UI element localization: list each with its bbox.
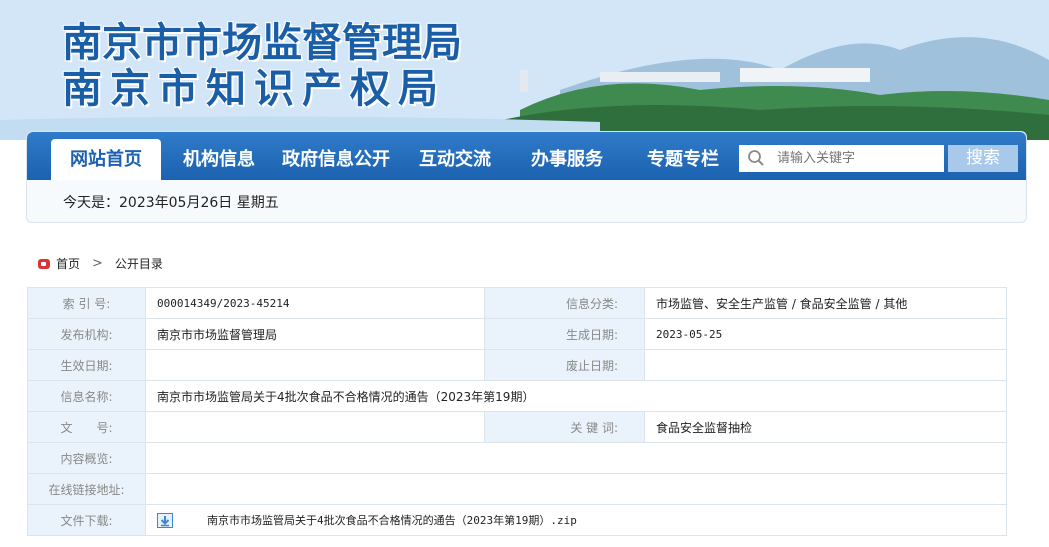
doc-number-label: 文 号: [27,411,146,443]
effective-date-value [145,349,485,381]
search-box [739,145,944,172]
info-name-value: 南京市市场监管局关于4批次食品不合格情况的通告（2023年第19期） [145,380,1007,412]
publisher-value: 南京市市场监督管理局 [145,318,485,350]
download-icon[interactable] [157,513,173,528]
file-download-cell: 南京市市场监管局关于4批次食品不合格情况的通告（2023年第19期）.zip [145,504,1007,536]
info-metadata-table: 索 引 号: 000014349/2023-45214 信息分类: 市场监管、安… [27,287,1007,536]
home-icon [38,258,50,269]
created-date-value: 2023-05-25 [644,318,1007,350]
index-value: 000014349/2023-45214 [145,287,485,319]
info-name-label: 信息名称: [27,380,146,412]
search-button[interactable]: 搜索 [948,145,1018,172]
breadcrumb-current[interactable]: 公开目录 [115,255,163,272]
table-row: 文 号: 关 键 词: 食品安全监督抽检 [27,411,1007,443]
online-link-label: 在线链接地址: [27,473,146,505]
breadcrumb-home[interactable]: 首页 [56,255,80,272]
nav-item-gov-info[interactable]: 政府信息公开 [277,139,395,180]
doc-number-value [145,411,485,443]
nav-item-home[interactable]: 网站首页 [51,139,161,180]
table-row: 在线链接地址: [27,473,1007,505]
summary-label: 内容概览: [27,442,146,474]
search-icon [748,150,764,166]
nav-item-services[interactable]: 办事服务 [521,139,613,180]
download-file-link[interactable]: 南京市市场监管局关于4批次食品不合格情况的通告（2023年第19期）.zip [207,514,577,527]
nav-item-topics[interactable]: 专题专栏 [637,139,729,180]
expiry-date-label: 废止日期: [484,349,645,381]
effective-date-label: 生效日期: [27,349,146,381]
main-nav: 网站首页 机构信息 政府信息公开 互动交流 办事服务 专题专栏 搜索 [27,132,1026,180]
table-row: 内容概览: [27,442,1007,474]
table-row: 索 引 号: 000014349/2023-45214 信息分类: 市场监管、安… [27,287,1007,319]
summary-value [145,442,1007,474]
expiry-date-value [644,349,1007,381]
table-row: 文件下载: 南京市市场监管局关于4批次食品不合格情况的通告（2023年第19期）… [27,504,1007,536]
search-input[interactable] [777,145,937,172]
nav-item-organization[interactable]: 机构信息 [173,139,265,180]
keywords-value: 食品安全监督抽检 [644,411,1007,443]
table-row: 发布机构: 南京市市场监督管理局 生成日期: 2023-05-25 [27,318,1007,350]
category-label: 信息分类: [484,287,645,319]
index-label: 索 引 号: [27,287,146,319]
nav-panel: 网站首页 机构信息 政府信息公开 互动交流 办事服务 专题专栏 搜索 今天是：2… [26,131,1027,223]
nav-item-interaction[interactable]: 互动交流 [409,139,501,180]
category-value: 市场监管、安全生产监管 / 食品安全监管 / 其他 [644,287,1007,319]
header-banner: 南京市市场监督管理局 南京市知识产权局 [0,0,1049,140]
keywords-label: 关 键 词: [484,411,645,443]
created-date-label: 生成日期: [484,318,645,350]
table-row: 生效日期: 废止日期: [27,349,1007,381]
table-row: 信息名称: 南京市市场监管局关于4批次食品不合格情况的通告（2023年第19期） [27,380,1007,412]
breadcrumb: 首页 > 公开目录 [38,255,163,272]
online-link-value [145,473,1007,505]
file-download-label: 文件下载: [27,504,146,536]
site-title-line2: 南京市知识产权局 [62,65,446,112]
current-date: 今天是：2023年05月26日 星期五 [63,195,279,211]
publisher-label: 发布机构: [27,318,146,350]
chevron-right-icon: > [92,256,103,271]
